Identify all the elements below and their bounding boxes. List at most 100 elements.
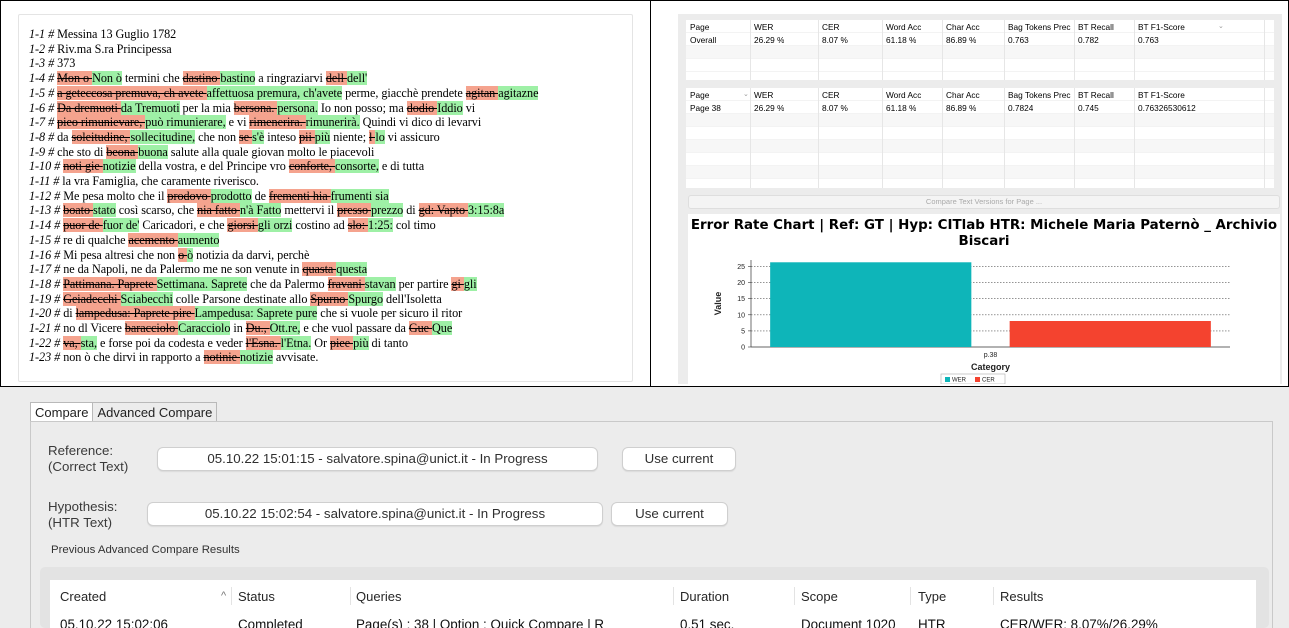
deleted-text: nia fatto <box>197 203 240 218</box>
y-tick-label: 15 <box>737 296 745 303</box>
table-cell: 26.29 % <box>754 35 785 45</box>
deleted-text: dell <box>325 71 347 86</box>
col-status[interactable]: Status <box>238 589 275 604</box>
column-divider <box>942 88 943 188</box>
unchanged-text: così scarso, che <box>115 203 198 218</box>
inserted-text: Iddio <box>437 100 463 115</box>
diff-line: 1-9 # che sto di beona buona salute alla… <box>29 144 628 160</box>
col-separator <box>231 587 232 605</box>
column-divider <box>1134 88 1135 188</box>
column-header[interactable]: Bag Tokens Prec <box>1008 90 1071 100</box>
diff-line: 1-2 # Riv.ma S.ra Principessa <box>29 42 628 57</box>
sort-ascending-icon[interactable]: ^ <box>221 590 226 602</box>
unchanged-text: ne da Napoli, ne da Palermo me ne son ve… <box>63 262 303 277</box>
inserted-text: prodotto <box>210 188 252 203</box>
unchanged-text: di <box>63 306 76 321</box>
reference-use-current-button[interactable]: Use current <box>622 447 736 471</box>
metrics-panel: Page WER CER Word Acc Char Acc Bag Tokens Pre… <box>678 14 1282 384</box>
unchanged-text: colle Parsone destinate allo <box>172 291 311 306</box>
diff-line: 1-12 # Me pesa molto che il prodovo prod… <box>29 188 628 204</box>
deleted-text: fravani <box>327 276 365 291</box>
column-header[interactable]: BT Recall <box>1078 22 1114 32</box>
empty-row <box>686 166 1274 179</box>
tab-compare[interactable]: Compare <box>30 402 94 422</box>
column-header[interactable]: CER <box>822 90 840 100</box>
compare-text-versions-button[interactable]: Compare Text Versions for Page ... <box>688 195 1280 209</box>
hypothesis-use-current-button[interactable]: Use current <box>611 502 728 526</box>
legend-label: WER <box>952 378 967 384</box>
deleted-text: pii <box>299 129 315 144</box>
y-tick-label: 5 <box>741 328 745 335</box>
deleted-text: acemento <box>128 232 178 247</box>
table-row[interactable]: Page 38 26.29 % 8.07 % 61.18 % 86.89 % 0.7824… <box>686 101 1274 114</box>
inserted-text: agitazne <box>498 85 539 100</box>
error-rate-chart: Error Rate Chart | Ref: GT | Hyp: CITlab… <box>688 214 1280 384</box>
cell-status: Completed <box>238 617 303 628</box>
deleted-text: frementi hia <box>269 188 331 203</box>
bar-cer <box>1009 320 1211 347</box>
hypothesis-label: Hypothesis: (HTR Text) <box>48 499 117 531</box>
transcription-diff-panel: 1-1 # Messina 13 Guglio 1782 1-2 # Riv.ma… <box>18 14 633 382</box>
inserted-text: da Tremuoti <box>120 100 180 115</box>
column-header[interactable]: Bag Tokens Prec <box>1008 22 1071 32</box>
unchanged-text: da <box>57 129 72 144</box>
table-cell: Page 38 <box>690 103 721 113</box>
table-row[interactable]: Overall 26.29 % 8.07 % 61.18 % 86.89 % 0.763 0… <box>686 33 1274 46</box>
column-header[interactable]: Word Acc <box>886 90 921 100</box>
col-results[interactable]: Results <box>1000 589 1043 604</box>
column-header[interactable]: BT F1-Score <box>1138 90 1185 100</box>
chevron-down-icon: ⌄ <box>1218 23 1224 30</box>
column-header[interactable]: WER <box>754 90 773 100</box>
column-divider <box>1004 20 1005 80</box>
line-number: 1-20 # <box>29 306 64 321</box>
hypothesis-version-button[interactable]: 05.10.22 15:02:54 - salvatore.spina@unic… <box>147 502 603 526</box>
unchanged-text: vi <box>462 100 476 115</box>
table-cell: 86.89 % <box>946 35 977 45</box>
col-type[interactable]: Type <box>918 589 946 604</box>
line-number: 1-1 # <box>29 27 58 41</box>
table-cell: 86.89 % <box>946 103 977 113</box>
column-header[interactable]: WER <box>754 22 773 32</box>
col-separator <box>673 587 674 605</box>
inserted-text: può rimunierare, <box>145 115 226 130</box>
reference-version-button[interactable]: 05.10.22 15:01:15 - salvatore.spina@unic… <box>157 447 598 471</box>
column-header[interactable]: Page <box>690 22 709 32</box>
column-header[interactable]: Char Acc <box>946 22 980 32</box>
deleted-text: o <box>178 247 188 262</box>
tab-advanced-compare[interactable]: Advanced Compare <box>93 402 218 422</box>
col-queries[interactable]: Queries <box>356 589 402 604</box>
unchanged-text: col timo <box>392 218 436 233</box>
column-divider <box>818 88 819 188</box>
inserted-text: fuor de' <box>102 218 140 233</box>
col-duration[interactable]: Duration <box>680 589 729 604</box>
line-number: 1-15 # <box>29 232 64 247</box>
unchanged-text: no dl Vicere <box>63 321 125 336</box>
column-header[interactable]: Word Acc <box>886 22 921 32</box>
inserted-text: sta, <box>80 335 97 350</box>
column-header[interactable]: Page <box>690 90 709 100</box>
column-header[interactable]: BT Recall <box>1078 90 1114 100</box>
line-number: 1-18 # <box>29 276 64 291</box>
line-number: 1-21 # <box>29 321 64 336</box>
deleted-text: Pattimana. Paprete <box>63 276 157 291</box>
column-header[interactable]: CER <box>822 22 840 32</box>
table-cell: 8.07 % <box>822 35 848 45</box>
diff-line: 1-8 # da soleitudine, sollecitudine, che… <box>29 129 628 145</box>
table-cell: 0.763 <box>1138 35 1159 45</box>
col-scope[interactable]: Scope <box>801 589 838 604</box>
diff-line: 1-17 # ne da Napoli, ne da Palermo me ne… <box>29 262 628 277</box>
line-number: 1-14 # <box>29 218 64 233</box>
column-header[interactable]: Char Acc <box>946 90 980 100</box>
unchanged-text: per la mia <box>179 100 234 115</box>
column-header[interactable]: BT F1-Score <box>1138 22 1185 32</box>
deleted-text: Du., <box>245 321 270 336</box>
table-cell: 61.18 % <box>886 103 917 113</box>
col-created[interactable]: Created <box>60 589 106 604</box>
diff-line: 1-4 # Mon o Non ò termini che dastino ba… <box>29 71 628 86</box>
deleted-text: bersona. <box>233 100 278 115</box>
line-number: 1-19 # <box>29 291 64 306</box>
inserted-text: frumenti sia <box>330 188 389 203</box>
unchanged-text: di <box>403 203 419 218</box>
diff-line: 1-1 # Messina 13 Guglio 1782 <box>29 27 628 42</box>
inserted-text: Settimana. Saprete <box>156 276 248 291</box>
